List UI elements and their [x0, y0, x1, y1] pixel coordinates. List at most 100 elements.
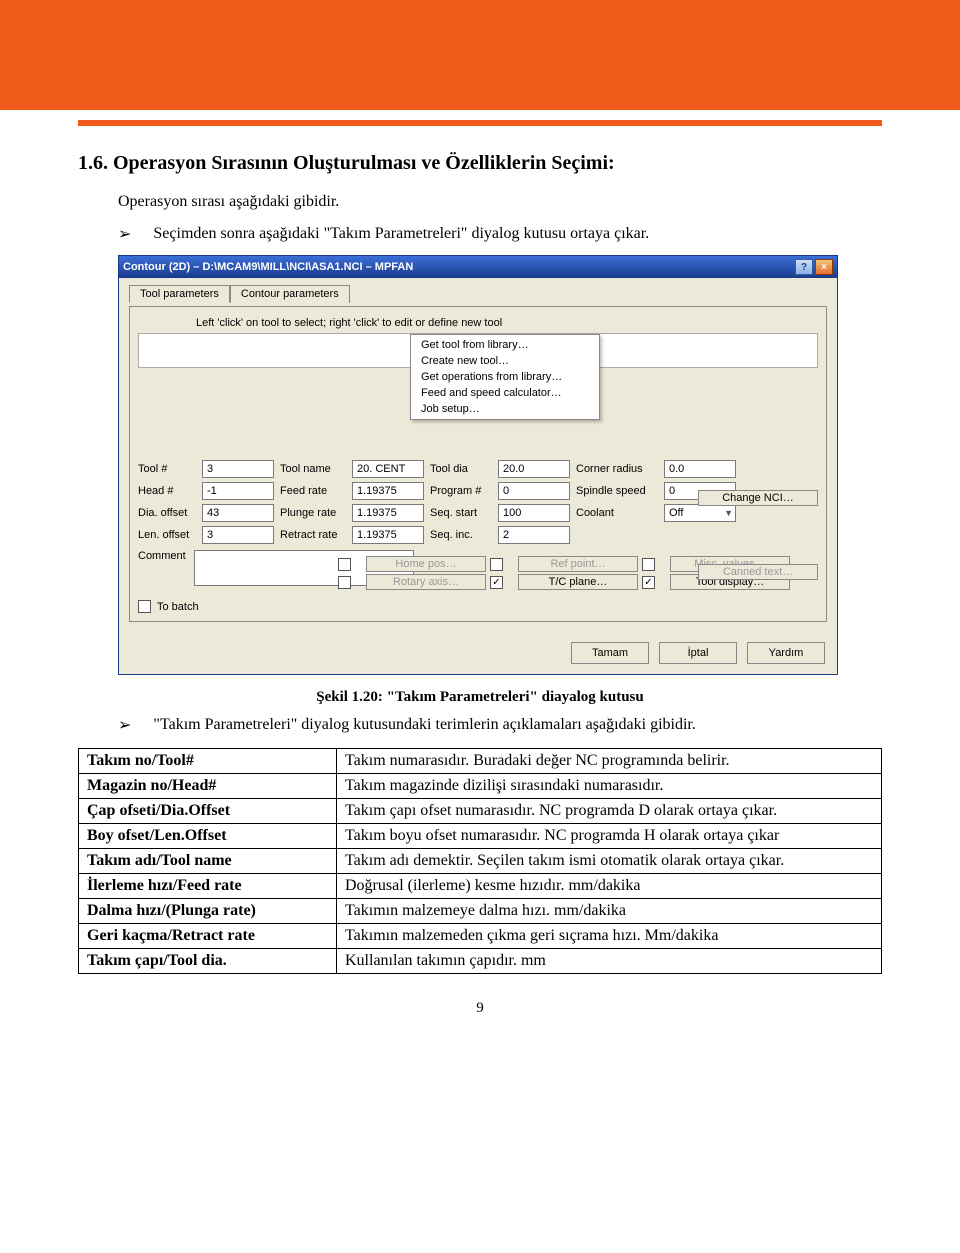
help-icon[interactable]: ?: [795, 259, 813, 275]
btn-help[interactable]: Yardım: [747, 642, 825, 664]
bullet-icon: ➢: [118, 225, 131, 243]
ctx-feed-speed[interactable]: Feed and speed calculator…: [411, 385, 599, 401]
btn-canned-text[interactable]: Canned text…: [698, 564, 818, 580]
lbl-corner-radius: Corner radius: [576, 463, 658, 475]
lbl-feed-rate: Feed rate: [280, 485, 346, 497]
inp-head-no[interactable]: [202, 482, 274, 500]
table-row: Boy ofset/Len.OffsetTakım boyu ofset num…: [79, 824, 882, 849]
lbl-tool-no: Tool #: [138, 463, 196, 475]
lbl-retract-rate: Retract rate: [280, 529, 346, 541]
btn-change-nci[interactable]: Change NCI…: [698, 490, 818, 506]
lbl-comment: Comment: [138, 550, 186, 562]
table-row: Takım no/Tool#Takım numarasıdır. Buradak…: [79, 749, 882, 774]
lbl-tool-name: Tool name: [280, 463, 346, 475]
chk-tool-display[interactable]: ✓: [642, 576, 655, 589]
table-row: Takım çapı/Tool dia.Kullanılan takımın ç…: [79, 949, 882, 974]
page-number: 9: [78, 1000, 882, 1027]
bullet-2: ➢ "Takım Parametreleri" diyalog kutusund…: [118, 716, 882, 734]
definition: Takım adı demektir. Seçilen takım ismi o…: [337, 849, 882, 874]
page-header-bar: [0, 0, 960, 110]
inp-dia-offset[interactable]: [202, 504, 274, 522]
btn-tc-plane[interactable]: T/C plane…: [518, 574, 638, 590]
figure-caption: Şekil 1.20: "Takım Parametreleri" diayal…: [78, 689, 882, 706]
term: Geri kaçma/Retract rate: [79, 924, 337, 949]
btn-rotary-axis[interactable]: Rotary axis…: [366, 574, 486, 590]
chk-ref-point[interactable]: [490, 558, 503, 571]
definition: Takımın malzemeden çıkma geri sıçrama hı…: [337, 924, 882, 949]
intro-text: Operasyon sırası aşağıdaki gibidir.: [118, 193, 882, 211]
tab-panel: Left 'click' on tool to select; right 'c…: [129, 306, 827, 622]
chk-tc-plane[interactable]: ✓: [490, 576, 503, 589]
inp-len-offset[interactable]: [202, 526, 274, 544]
lbl-program-no: Program #: [430, 485, 492, 497]
btn-ok[interactable]: Tamam: [571, 642, 649, 664]
inp-plunge-rate[interactable]: [352, 504, 424, 522]
btn-cancel[interactable]: İptal: [659, 642, 737, 664]
bullet-1: ➢ Seçimden sonra aşağıdaki "Takım Parame…: [118, 225, 882, 243]
chk-rotary-axis[interactable]: [338, 576, 351, 589]
ctx-job-setup[interactable]: Job setup…: [411, 401, 599, 417]
lbl-tool-dia: Tool dia: [430, 463, 492, 475]
inp-corner-radius[interactable]: [664, 460, 736, 478]
table-row: Magazin no/Head#Takım magazinde dizilişi…: [79, 774, 882, 799]
ctx-get-tool[interactable]: Get tool from library…: [411, 337, 599, 353]
inp-feed-rate[interactable]: [352, 482, 424, 500]
inp-seq-start[interactable]: [498, 504, 570, 522]
tab-tool-parameters[interactable]: Tool parameters: [129, 285, 230, 303]
inp-program-no[interactable]: [498, 482, 570, 500]
lbl-coolant: Coolant: [576, 507, 658, 519]
inp-tool-dia[interactable]: [498, 460, 570, 478]
ctx-get-operations[interactable]: Get operations from library…: [411, 369, 599, 385]
table-row: Çap ofseti/Dia.OffsetTakım çapı ofset nu…: [79, 799, 882, 824]
lbl-to-batch: To batch: [157, 601, 199, 613]
chk-misc-values[interactable]: [642, 558, 655, 571]
bullet-1-text: Seçimden sonra aşağıdaki "Takım Parametr…: [153, 225, 649, 243]
bullet-icon: ➢: [118, 716, 131, 734]
term: Takım adı/Tool name: [79, 849, 337, 874]
dialog-body: Tool parameters Contour parameters Left …: [119, 278, 837, 632]
btn-home-pos[interactable]: Home pos…: [366, 556, 486, 572]
inp-retract-rate[interactable]: [352, 526, 424, 544]
definition: Takım magazinde dizilişi sırasındaki num…: [337, 774, 882, 799]
selection-hint: Left 'click' on tool to select; right 'c…: [196, 317, 818, 329]
table-row: Takım adı/Tool nameTakım adı demektir. S…: [79, 849, 882, 874]
context-menu: Get tool from library… Create new tool… …: [410, 334, 600, 420]
lbl-len-offset: Len. offset: [138, 529, 196, 541]
term: İlerleme hızı/Feed rate: [79, 874, 337, 899]
table-row: Dalma hızı/(Plunga rate)Takımın malzemey…: [79, 899, 882, 924]
dialog-window: Contour (2D) – D:\MCAM9\MILL\NCI\ASA1.NC…: [118, 255, 838, 675]
term: Dalma hızı/(Plunga rate): [79, 899, 337, 924]
lbl-seq-inc: Seq. inc.: [430, 529, 492, 541]
definition: Kullanılan takımın çapıdır. mm: [337, 949, 882, 974]
definition: Takım boyu ofset numarasıdır. NC program…: [337, 824, 882, 849]
definition: Takım numarasıdır. Buradaki değer NC pro…: [337, 749, 882, 774]
term: Çap ofseti/Dia.Offset: [79, 799, 337, 824]
close-icon[interactable]: ×: [815, 259, 833, 275]
chk-to-batch[interactable]: [138, 600, 151, 613]
bullet-2-text: "Takım Parametreleri" diyalog kutusundak…: [153, 716, 695, 734]
lbl-dia-offset: Dia. offset: [138, 507, 196, 519]
btn-ref-point[interactable]: Ref point…: [518, 556, 638, 572]
inp-seq-inc[interactable]: [498, 526, 570, 544]
inp-tool-no[interactable]: [202, 460, 274, 478]
page-content: 1.6. Operasyon Sırasının Oluşturulması v…: [0, 126, 960, 1027]
section-heading: 1.6. Operasyon Sırasının Oluşturulması v…: [78, 152, 882, 175]
inp-tool-name[interactable]: [352, 460, 424, 478]
right-button-column: Change NCI… Canned text…: [698, 490, 818, 580]
term: Takım çapı/Tool dia.: [79, 949, 337, 974]
definition: Doğrusal (ilerleme) kesme hızıdır. mm/da…: [337, 874, 882, 899]
batch-row: To batch: [138, 600, 818, 613]
dialog-title: Contour (2D) – D:\MCAM9\MILL\NCI\ASA1.NC…: [123, 261, 793, 273]
tab-strip: Tool parameters Contour parameters: [129, 284, 827, 302]
ctx-create-tool[interactable]: Create new tool…: [411, 353, 599, 369]
tab-contour-parameters[interactable]: Contour parameters: [230, 285, 350, 303]
chk-home-pos[interactable]: [338, 558, 351, 571]
definition: Takımın malzemeye dalma hızı. mm/dakika: [337, 899, 882, 924]
definitions-table: Takım no/Tool#Takım numarasıdır. Buradak…: [78, 748, 882, 974]
dialog-footer: Tamam İptal Yardım: [119, 632, 837, 674]
table-row: İlerleme hızı/Feed rateDoğrusal (ilerlem…: [79, 874, 882, 899]
definition: Takım çapı ofset numarasıdır. NC program…: [337, 799, 882, 824]
lbl-plunge-rate: Plunge rate: [280, 507, 346, 519]
term: Takım no/Tool#: [79, 749, 337, 774]
term: Boy ofset/Len.Offset: [79, 824, 337, 849]
